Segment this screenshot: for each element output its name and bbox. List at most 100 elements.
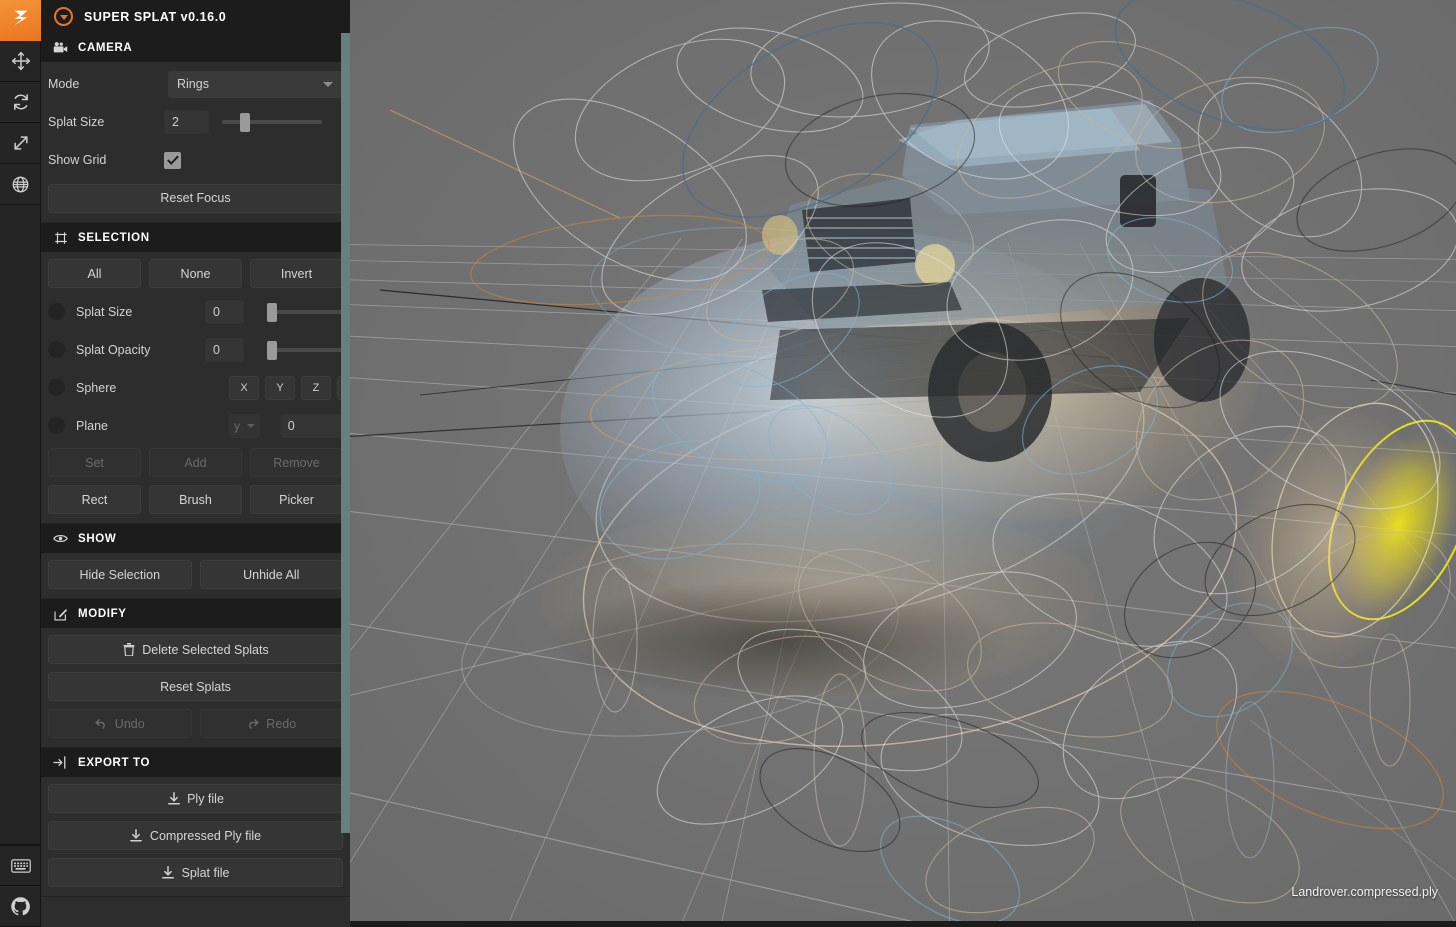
radio-plane[interactable] <box>48 417 65 434</box>
show-buttons: Hide Selection Unhide All <box>48 560 343 589</box>
selection-rect-tool-button[interactable]: Rect <box>48 485 141 514</box>
control-panel: SUPER SPLAT v0.16.0 CAMERA Mode Ri <box>41 0 350 927</box>
selection-remove-button[interactable]: Remove <box>250 448 343 477</box>
redo-button[interactable]: Redo <box>200 709 344 738</box>
export-ply-file-label: Ply file <box>187 792 224 806</box>
toolbar-world-space-button[interactable] <box>0 164 41 205</box>
show-section-body: Hide Selection Unhide All <box>41 553 350 599</box>
selection-splat-size-slider[interactable] <box>267 300 343 324</box>
camera-show-grid-row: Show Grid <box>48 145 343 175</box>
sphere-axis-y[interactable]: Y <box>265 376 295 400</box>
redo-label: Redo <box>266 717 296 731</box>
select-none-button[interactable]: None <box>149 259 242 288</box>
supersplat-mark-icon <box>54 7 73 26</box>
check-icon <box>167 155 179 165</box>
toolbar-translate-button[interactable] <box>0 41 41 82</box>
camera-mode-label: Mode <box>48 77 168 91</box>
app-title: SUPER SPLAT v0.16.0 <box>84 10 226 24</box>
camera-mode-select[interactable]: Rings <box>168 71 342 98</box>
selection-splat-size-input[interactable]: 0 <box>205 300 244 324</box>
selection-option-splat-size: Splat Size 0 <box>48 296 343 327</box>
eye-icon <box>53 531 68 546</box>
reset-focus-button[interactable]: Reset Focus <box>48 184 343 213</box>
selection-brush-tool-button[interactable]: Brush <box>149 485 242 514</box>
section-header-export[interactable]: EXPORT TO <box>41 748 350 777</box>
slider-thumb[interactable] <box>240 113 250 132</box>
move-arrows-icon <box>11 51 31 71</box>
section-title-camera: CAMERA <box>78 42 132 54</box>
loaded-file-name: Landrover.compressed.ply <box>1291 885 1438 899</box>
camera-splat-size-slider[interactable] <box>222 110 322 134</box>
selection-picker-tool-button[interactable]: Picker <box>250 485 343 514</box>
camera-mode-row: Mode Rings <box>48 69 343 99</box>
toolbar-github-button[interactable] <box>0 886 41 927</box>
selection-quick-buttons: All None Invert <box>48 259 343 288</box>
unhide-all-button[interactable]: Unhide All <box>200 560 344 589</box>
redo-arrow-icon <box>246 717 259 730</box>
viewport-3d[interactable]: Landrover.compressed.ply <box>350 0 1456 927</box>
camera-show-grid-checkbox[interactable] <box>164 152 181 169</box>
rotate-icon <box>11 92 31 112</box>
selection-option-splat-opacity: Splat Opacity 0 <box>48 334 343 365</box>
plane-axis-select[interactable]: y <box>229 414 260 438</box>
download-icon <box>167 792 180 805</box>
sphere-axis-x[interactable]: X <box>229 376 259 400</box>
toolbar-keyboard-shortcuts-button[interactable] <box>0 845 41 886</box>
selection-apply-buttons: Set Add Remove <box>48 448 343 477</box>
supersplat-logo-icon <box>10 7 32 34</box>
export-splat-file-label: Splat file <box>182 866 230 880</box>
undo-button[interactable]: Undo <box>48 709 192 738</box>
export-section-body: Ply file Compressed Ply file <box>41 777 350 897</box>
radio-splat-size[interactable] <box>48 303 65 320</box>
panel-scrollbar[interactable] <box>341 33 350 833</box>
sphere-axis-z[interactable]: Z <box>301 376 331 400</box>
slider-thumb[interactable] <box>267 303 277 322</box>
selection-splat-opacity-slider[interactable] <box>267 338 343 362</box>
section-header-modify[interactable]: MODIFY <box>41 599 350 628</box>
keyboard-icon <box>11 858 31 874</box>
section-title-show: SHOW <box>78 533 116 545</box>
slider-thumb[interactable] <box>267 341 277 360</box>
section-header-selection[interactable]: SELECTION <box>41 223 350 252</box>
scale-arrow-icon <box>11 133 31 153</box>
chevron-down-icon <box>323 82 333 87</box>
toolbar-scale-button[interactable] <box>0 123 41 164</box>
export-compressed-ply-file-button[interactable]: Compressed Ply file <box>48 821 343 850</box>
trash-icon <box>122 643 135 656</box>
radio-splat-opacity[interactable] <box>48 341 65 358</box>
plane-axis-value: y <box>234 419 240 433</box>
left-toolbar <box>0 0 41 927</box>
plane-offset-input[interactable]: 0 <box>280 414 343 438</box>
radio-sphere[interactable] <box>48 379 65 396</box>
toolbar-rotate-button[interactable] <box>0 82 41 123</box>
reset-splats-button[interactable]: Reset Splats <box>48 672 343 701</box>
camera-splat-size-label: Splat Size <box>48 115 164 129</box>
selection-splat-opacity-input[interactable]: 0 <box>205 338 244 362</box>
toolbar-logo-button[interactable] <box>0 0 41 41</box>
delete-selected-splats-button[interactable]: Delete Selected Splats <box>48 635 343 664</box>
camera-icon <box>53 40 68 55</box>
sphere-axis-group: X Y Z R <box>229 376 350 400</box>
control-panel-scroll-area: SUPER SPLAT v0.16.0 CAMERA Mode Ri <box>41 0 350 927</box>
selection-option-sphere: Sphere X Y Z R <box>48 372 343 403</box>
camera-splat-size-input[interactable]: 2 <box>164 110 209 134</box>
slider-track <box>267 348 343 352</box>
selection-section-body: All None Invert Splat Size 0 <box>41 252 350 524</box>
select-all-button[interactable]: All <box>48 259 141 288</box>
section-title-modify: MODIFY <box>78 608 127 620</box>
application-window: SUPER SPLAT v0.16.0 CAMERA Mode Ri <box>0 0 1456 927</box>
section-header-show[interactable]: SHOW <box>41 524 350 553</box>
export-arrow-icon <box>53 755 68 770</box>
camera-section-body: Mode Rings Splat Size 2 Show Grid <box>41 62 350 223</box>
select-invert-button[interactable]: Invert <box>250 259 343 288</box>
undo-arrow-icon <box>95 717 108 730</box>
download-icon <box>130 829 143 842</box>
selection-add-button[interactable]: Add <box>149 448 242 477</box>
selection-set-button[interactable]: Set <box>48 448 141 477</box>
camera-show-grid-label: Show Grid <box>48 153 164 167</box>
section-header-camera[interactable]: CAMERA <box>41 33 350 62</box>
hide-selection-button[interactable]: Hide Selection <box>48 560 192 589</box>
export-ply-file-button[interactable]: Ply file <box>48 784 343 813</box>
chevron-down-icon <box>247 424 255 428</box>
export-splat-file-button[interactable]: Splat file <box>48 858 343 887</box>
